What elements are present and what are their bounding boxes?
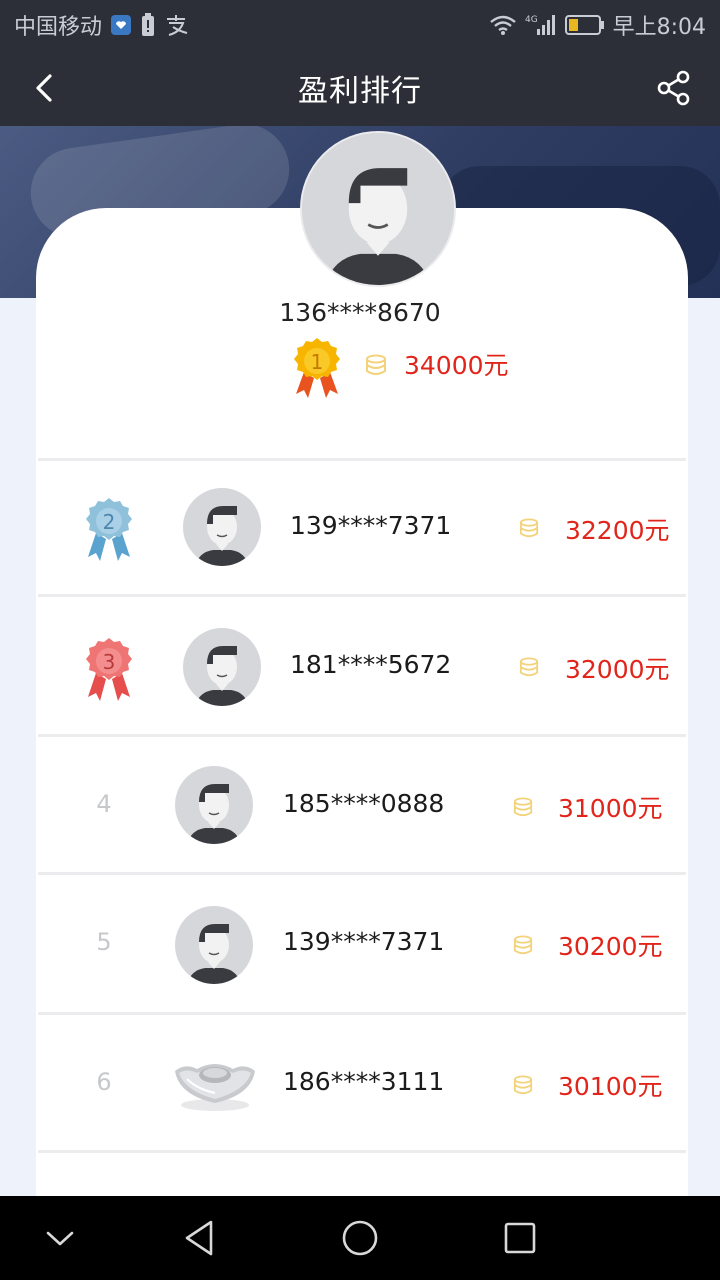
battery-saver-icon [140,13,156,37]
user-avatar[interactable] [175,906,253,984]
clock-label: 早上8:04 [612,15,706,40]
rank-number: 4 [96,790,112,818]
default-avatar-icon [302,133,454,285]
ranking-row[interactable]: 2 139****7371 32200元 [38,461,686,597]
user-phone: 185****0888 [283,789,445,818]
chevron-down-icon [46,1231,74,1246]
page-title: 盈利排行 [298,74,422,109]
system-nav-bar [0,1196,720,1280]
top-winner-amount: 34000元 [404,351,509,380]
app-header: 盈利排行 [0,50,720,126]
gold-medal-icon: 1 [294,338,340,398]
health-app-icon [110,14,132,36]
coin-stack-icon [513,797,533,817]
rank-label: 3 [103,650,116,674]
share-button[interactable] [654,68,694,108]
coin-stack-icon [513,1075,533,1095]
signal-icon: 4G [525,13,557,37]
rank-number: 6 [96,1068,112,1096]
user-avatar[interactable] [183,628,261,706]
share-icon [657,70,690,106]
nav-back-button[interactable] [178,1216,222,1260]
back-triangle-icon [185,1220,213,1256]
user-phone: 186****3111 [283,1067,445,1096]
recents-square-icon [504,1222,536,1254]
user-amount: 30200元 [558,932,663,961]
user-phone: 139****7371 [290,511,452,540]
back-button[interactable] [26,68,66,108]
top-winner-phone: 136****8670 [279,298,441,327]
nav-recents-button[interactable] [498,1216,542,1260]
nav-collapse-button[interactable] [38,1216,82,1260]
network-type-label: 4G [525,15,538,25]
user-avatar[interactable] [183,488,261,566]
user-amount: 32000元 [565,655,670,684]
home-circle-icon [342,1220,378,1256]
ranking-row-partial[interactable] [38,1153,686,1196]
rank-number: 5 [96,928,112,956]
default-avatar-icon [187,784,241,844]
ranking-row[interactable]: 3 181****5672 32000元 [38,597,686,733]
red-medal-icon: 3 [86,638,132,701]
battery-icon [564,14,605,36]
wifi-icon [489,14,517,36]
user-phone: 139****7371 [283,927,445,956]
chevron-left-icon [36,74,52,102]
nav-home-button[interactable] [338,1216,382,1260]
top-winner-avatar[interactable] [300,131,456,287]
coin-stack-icon [513,935,533,955]
ranking-row[interactable]: 6 186****3111 30100元 [38,1015,686,1151]
coin-stack-icon [519,657,539,677]
top-winner-rank: 1 [311,350,324,374]
default-avatar-icon [195,646,249,706]
rank-label: 2 [103,510,116,534]
user-amount: 32200元 [565,516,670,545]
status-bar: 中国移动 4G 早上8:04 [0,0,720,50]
alipay-icon [164,14,190,36]
user-avatar[interactable] [175,766,253,844]
ranking-row[interactable]: 5 139****7371 30200元 [38,875,686,1011]
user-amount: 31000元 [558,794,663,823]
user-amount: 30100元 [558,1072,663,1101]
silver-medal-icon: 2 [86,498,132,561]
silver-ingot-icon[interactable] [169,1039,261,1125]
default-avatar-icon [195,506,249,566]
user-phone: 181****5672 [290,650,452,679]
coin-stack-icon [519,518,539,538]
carrier-label: 中国移动 [14,15,103,40]
coin-stack-icon [366,354,386,375]
default-avatar-icon [187,924,241,984]
ranking-row[interactable]: 4 185****0888 31000元 [38,737,686,873]
